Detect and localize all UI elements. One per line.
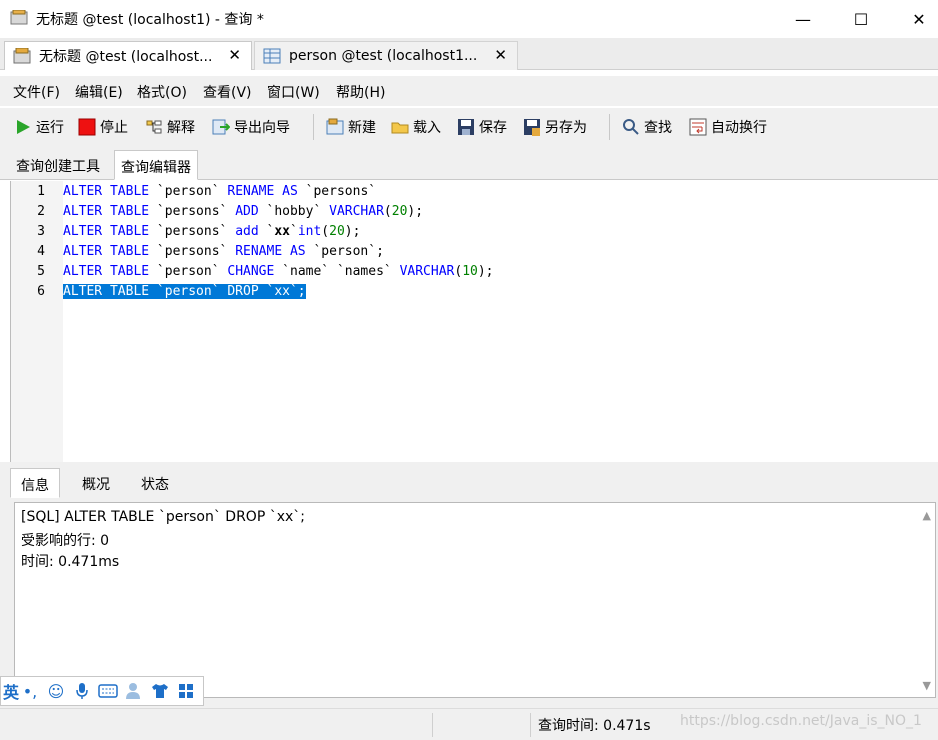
scroll-up-icon[interactable]: ▲	[923, 509, 931, 522]
microphone-icon[interactable]	[69, 679, 95, 703]
title-bar: 无标题 @test (localhost1) - 查询 * — ☐ ✕	[0, 0, 938, 38]
stop-icon	[78, 118, 96, 136]
window-title: 无标题 @test (localhost1) - 查询 *	[36, 12, 264, 28]
tab-close-icon[interactable]: ✕	[494, 46, 507, 64]
maximize-button[interactable]: ☐	[838, 0, 884, 38]
save-button[interactable]: 保存	[457, 116, 507, 138]
new-query-icon	[326, 118, 344, 135]
ime-language[interactable]: 英	[3, 679, 19, 703]
word-wrap-button[interactable]: 自动换行	[689, 116, 767, 138]
status-divider	[530, 713, 531, 737]
status-divider	[432, 713, 433, 737]
explain-label: 解释	[167, 120, 195, 136]
document-tabs: 无标题 @test (localhost... ✕ person @test (…	[0, 38, 938, 70]
menu-file[interactable]: 文件(F)	[13, 82, 60, 102]
watermark: https://blog.csdn.net/Java_is_NO_1	[680, 713, 922, 729]
tab-status[interactable]: 状态	[131, 468, 179, 498]
keyboard-icon[interactable]	[95, 679, 121, 703]
line-number: 4	[37, 244, 45, 259]
menu-edit[interactable]: 编辑(E)	[75, 82, 123, 102]
word-wrap-icon	[689, 118, 707, 136]
export-wizard-label: 导出向导	[234, 120, 290, 136]
close-button[interactable]: ✕	[896, 0, 938, 38]
line-number: 5	[37, 264, 45, 279]
table-icon	[263, 48, 281, 64]
toolbox-icon[interactable]	[173, 679, 199, 703]
line-number: 3	[37, 224, 45, 239]
save-as-icon	[524, 119, 540, 136]
save-label: 保存	[479, 120, 507, 136]
line-number: 2	[37, 204, 45, 219]
emoji-icon[interactable]: ☺	[43, 679, 69, 703]
ime-toolbar: 英 •, ☺	[0, 676, 204, 706]
toolbar-separator	[609, 114, 610, 140]
menu-help[interactable]: 帮助(H)	[336, 82, 385, 102]
explain-icon	[146, 120, 162, 134]
query-mode-tabs: 查询创建工具 查询编辑器	[0, 146, 938, 180]
find-label: 查找	[644, 120, 672, 136]
code-line: ALTER TABLE `persons` add `xx`int(20);	[63, 224, 361, 239]
play-icon	[17, 120, 30, 134]
tab-info[interactable]: 信息	[10, 468, 60, 498]
new-button[interactable]: 新建	[326, 116, 376, 138]
save-as-button[interactable]: 另存为	[523, 116, 587, 138]
folder-icon	[391, 122, 409, 134]
code-line: ALTER TABLE `persons` RENAME AS `person`…	[63, 244, 384, 259]
info-sql-line: [SQL] ALTER TABLE `person` DROP `xx`;	[21, 509, 305, 525]
export-icon	[212, 119, 230, 135]
tab-person-table[interactable]: person @test (localhost1... ✕	[254, 41, 518, 70]
punctuation-icon[interactable]: •,	[17, 679, 43, 703]
code-line: ALTER TABLE `person` CHANGE `name` `name…	[63, 264, 494, 279]
tab-query-builder[interactable]: 查询创建工具	[10, 150, 106, 180]
code-line-selected: ALTER TABLE `person` DROP `xx`;	[63, 284, 306, 299]
tab-query-editor[interactable]: 查询编辑器	[114, 150, 198, 180]
run-label: 运行	[36, 120, 64, 136]
status-query-time: 查询时间: 0.471s	[538, 718, 651, 734]
menu-bar: 文件(F) 编辑(E) 格式(O) 查看(V) 窗口(W) 帮助(H)	[0, 76, 938, 106]
info-affected-rows: 受影响的行: 0	[21, 533, 110, 549]
stop-button[interactable]: 停止	[78, 116, 128, 138]
info-time: 时间: 0.471ms	[21, 554, 120, 570]
tab-untitled-query[interactable]: 无标题 @test (localhost... ✕	[4, 41, 252, 70]
save-icon	[458, 119, 474, 135]
minimize-button[interactable]: —	[780, 0, 826, 38]
search-icon	[623, 119, 639, 135]
load-label: 载入	[413, 120, 441, 136]
line-number: 6	[37, 284, 45, 299]
app-icon	[10, 10, 28, 25]
tab-close-icon[interactable]: ✕	[228, 46, 241, 64]
toolbar-separator	[313, 114, 314, 140]
menu-window[interactable]: 窗口(W)	[267, 82, 320, 102]
tab-profile[interactable]: 概况	[72, 468, 120, 498]
menu-format[interactable]: 格式(O)	[137, 82, 187, 102]
sql-editor[interactable]: 1 2 3 4 5 6 ALTER TABLE `person` RENAME …	[10, 181, 938, 462]
menu-view[interactable]: 查看(V)	[203, 82, 252, 102]
code-line: ALTER TABLE `person` RENAME AS `persons`	[63, 184, 377, 199]
explain-button[interactable]: 解释	[145, 116, 195, 138]
tab-label: 无标题 @test (localhost...	[39, 49, 213, 65]
user-icon[interactable]	[121, 679, 147, 703]
line-number-gutter: 1 2 3 4 5 6	[11, 181, 63, 462]
new-label: 新建	[348, 120, 376, 136]
word-wrap-label: 自动换行	[711, 120, 767, 136]
toolbar: 运行 停止 解释 导出向导 新建 载入 保存 另存为 查找 自动换行	[0, 108, 938, 146]
tab-label: person @test (localhost1...	[289, 48, 478, 64]
stop-label: 停止	[100, 120, 128, 136]
scroll-down-icon[interactable]: ▼	[923, 679, 931, 692]
query-icon	[13, 48, 31, 64]
load-button[interactable]: 载入	[391, 116, 441, 138]
code-line: ALTER TABLE `persons` ADD `hobby` VARCHA…	[63, 204, 424, 219]
save-as-label: 另存为	[545, 120, 587, 136]
find-button[interactable]: 查找	[622, 116, 672, 138]
skin-icon[interactable]	[147, 679, 173, 703]
export-wizard-button[interactable]: 导出向导	[212, 116, 290, 138]
info-output[interactable]: [SQL] ALTER TABLE `person` DROP `xx`; 受影…	[14, 502, 936, 698]
line-number: 1	[37, 184, 45, 199]
run-button[interactable]: 运行	[14, 116, 64, 138]
